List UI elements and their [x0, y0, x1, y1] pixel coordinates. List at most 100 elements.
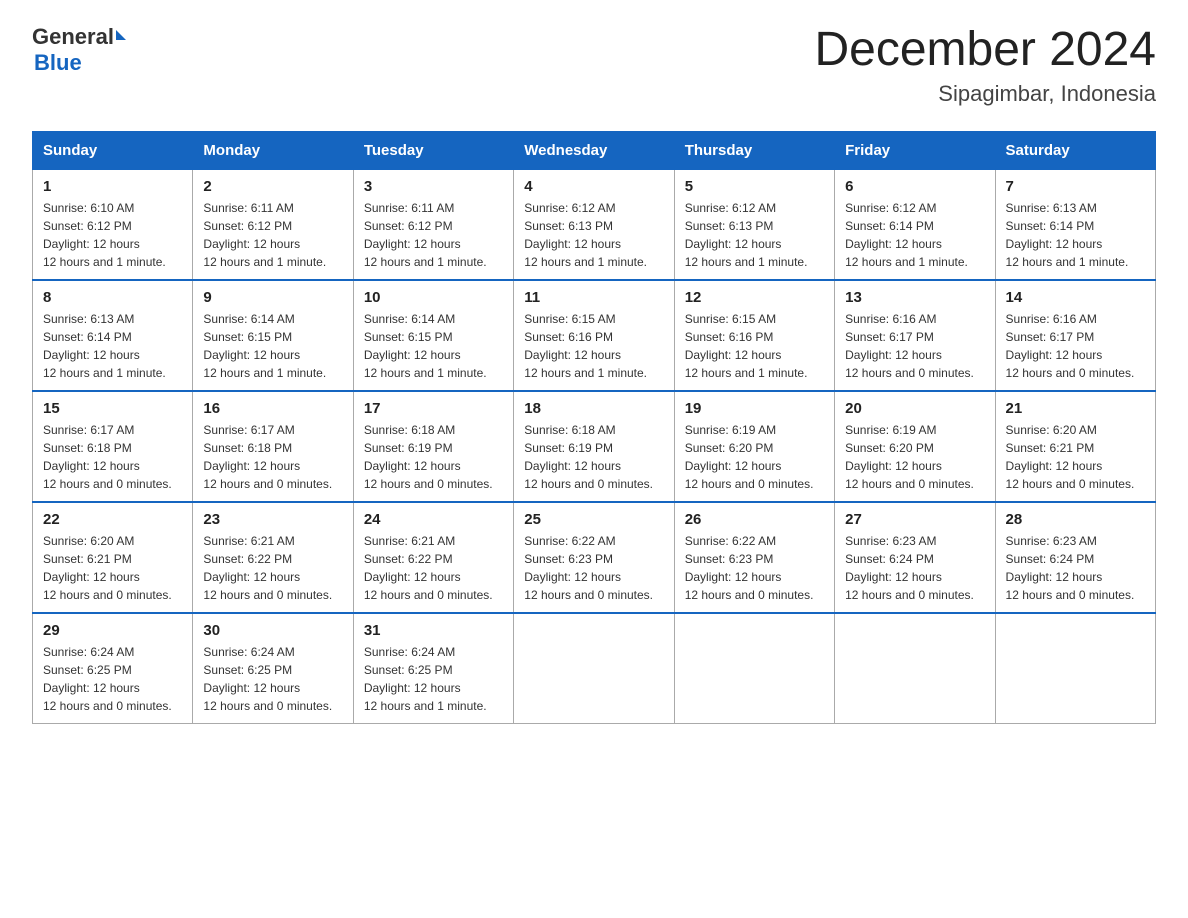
calendar-cell: 30 Sunrise: 6:24 AMSunset: 6:25 PMDaylig… — [193, 613, 353, 724]
calendar-cell — [835, 613, 995, 724]
calendar-cell: 9 Sunrise: 6:14 AMSunset: 6:15 PMDayligh… — [193, 280, 353, 391]
calendar-week-row: 22 Sunrise: 6:20 AMSunset: 6:21 PMDaylig… — [33, 502, 1156, 613]
day-number: 22 — [43, 511, 182, 528]
day-info: Sunrise: 6:13 AMSunset: 6:14 PMDaylight:… — [43, 312, 166, 380]
calendar-cell: 29 Sunrise: 6:24 AMSunset: 6:25 PMDaylig… — [33, 613, 193, 724]
calendar-cell: 13 Sunrise: 6:16 AMSunset: 6:17 PMDaylig… — [835, 280, 995, 391]
day-number: 29 — [43, 622, 182, 639]
day-info: Sunrise: 6:18 AMSunset: 6:19 PMDaylight:… — [364, 423, 493, 491]
day-info: Sunrise: 6:11 AMSunset: 6:12 PMDaylight:… — [203, 201, 326, 269]
day-info: Sunrise: 6:20 AMSunset: 6:21 PMDaylight:… — [1006, 423, 1135, 491]
day-info: Sunrise: 6:23 AMSunset: 6:24 PMDaylight:… — [845, 534, 974, 602]
logo-general-text: General — [32, 24, 114, 50]
day-info: Sunrise: 6:12 AMSunset: 6:13 PMDaylight:… — [524, 201, 647, 269]
calendar-cell: 24 Sunrise: 6:21 AMSunset: 6:22 PMDaylig… — [353, 502, 513, 613]
calendar-cell: 19 Sunrise: 6:19 AMSunset: 6:20 PMDaylig… — [674, 391, 834, 502]
calendar-cell: 27 Sunrise: 6:23 AMSunset: 6:24 PMDaylig… — [835, 502, 995, 613]
day-number: 30 — [203, 622, 342, 639]
calendar-cell: 4 Sunrise: 6:12 AMSunset: 6:13 PMDayligh… — [514, 169, 674, 280]
calendar-cell: 14 Sunrise: 6:16 AMSunset: 6:17 PMDaylig… — [995, 280, 1155, 391]
calendar-cell: 10 Sunrise: 6:14 AMSunset: 6:15 PMDaylig… — [353, 280, 513, 391]
calendar-cell: 5 Sunrise: 6:12 AMSunset: 6:13 PMDayligh… — [674, 169, 834, 280]
calendar-cell: 21 Sunrise: 6:20 AMSunset: 6:21 PMDaylig… — [995, 391, 1155, 502]
day-number: 25 — [524, 511, 663, 528]
day-number: 18 — [524, 400, 663, 417]
calendar-cell: 20 Sunrise: 6:19 AMSunset: 6:20 PMDaylig… — [835, 391, 995, 502]
title-area: December 2024 Sipagimbar, Indonesia — [814, 24, 1156, 107]
calendar-cell: 11 Sunrise: 6:15 AMSunset: 6:16 PMDaylig… — [514, 280, 674, 391]
logo-blue-text: Blue — [34, 50, 82, 76]
calendar-cell: 6 Sunrise: 6:12 AMSunset: 6:14 PMDayligh… — [835, 169, 995, 280]
column-header-wednesday: Wednesday — [514, 131, 674, 169]
day-number: 1 — [43, 178, 182, 195]
calendar-cell: 28 Sunrise: 6:23 AMSunset: 6:24 PMDaylig… — [995, 502, 1155, 613]
day-number: 6 — [845, 178, 984, 195]
day-number: 10 — [364, 289, 503, 306]
day-number: 31 — [364, 622, 503, 639]
day-number: 15 — [43, 400, 182, 417]
day-number: 23 — [203, 511, 342, 528]
column-header-thursday: Thursday — [674, 131, 834, 169]
calendar-cell: 25 Sunrise: 6:22 AMSunset: 6:23 PMDaylig… — [514, 502, 674, 613]
column-header-monday: Monday — [193, 131, 353, 169]
calendar-cell: 8 Sunrise: 6:13 AMSunset: 6:14 PMDayligh… — [33, 280, 193, 391]
column-header-tuesday: Tuesday — [353, 131, 513, 169]
logo: General Blue — [32, 24, 126, 76]
day-number: 27 — [845, 511, 984, 528]
calendar-cell: 26 Sunrise: 6:22 AMSunset: 6:23 PMDaylig… — [674, 502, 834, 613]
calendar-cell: 17 Sunrise: 6:18 AMSunset: 6:19 PMDaylig… — [353, 391, 513, 502]
calendar-cell — [995, 613, 1155, 724]
logo-triangle-icon — [116, 30, 126, 40]
day-info: Sunrise: 6:12 AMSunset: 6:13 PMDaylight:… — [685, 201, 808, 269]
day-number: 26 — [685, 511, 824, 528]
day-info: Sunrise: 6:15 AMSunset: 6:16 PMDaylight:… — [524, 312, 647, 380]
day-info: Sunrise: 6:19 AMSunset: 6:20 PMDaylight:… — [685, 423, 814, 491]
calendar-cell: 16 Sunrise: 6:17 AMSunset: 6:18 PMDaylig… — [193, 391, 353, 502]
day-info: Sunrise: 6:14 AMSunset: 6:15 PMDaylight:… — [364, 312, 487, 380]
calendar-cell: 7 Sunrise: 6:13 AMSunset: 6:14 PMDayligh… — [995, 169, 1155, 280]
calendar-cell: 18 Sunrise: 6:18 AMSunset: 6:19 PMDaylig… — [514, 391, 674, 502]
calendar-cell: 15 Sunrise: 6:17 AMSunset: 6:18 PMDaylig… — [33, 391, 193, 502]
day-info: Sunrise: 6:22 AMSunset: 6:23 PMDaylight:… — [685, 534, 814, 602]
day-info: Sunrise: 6:24 AMSunset: 6:25 PMDaylight:… — [43, 645, 172, 713]
calendar-cell: 1 Sunrise: 6:10 AMSunset: 6:12 PMDayligh… — [33, 169, 193, 280]
day-number: 28 — [1006, 511, 1145, 528]
day-number: 3 — [364, 178, 503, 195]
day-info: Sunrise: 6:11 AMSunset: 6:12 PMDaylight:… — [364, 201, 487, 269]
day-number: 13 — [845, 289, 984, 306]
calendar-cell: 2 Sunrise: 6:11 AMSunset: 6:12 PMDayligh… — [193, 169, 353, 280]
calendar-cell: 12 Sunrise: 6:15 AMSunset: 6:16 PMDaylig… — [674, 280, 834, 391]
day-info: Sunrise: 6:13 AMSunset: 6:14 PMDaylight:… — [1006, 201, 1129, 269]
page-header: General Blue December 2024 Sipagimbar, I… — [32, 24, 1156, 107]
calendar-week-row: 29 Sunrise: 6:24 AMSunset: 6:25 PMDaylig… — [33, 613, 1156, 724]
calendar-cell: 23 Sunrise: 6:21 AMSunset: 6:22 PMDaylig… — [193, 502, 353, 613]
calendar-cell: 31 Sunrise: 6:24 AMSunset: 6:25 PMDaylig… — [353, 613, 513, 724]
day-number: 19 — [685, 400, 824, 417]
calendar-cell: 22 Sunrise: 6:20 AMSunset: 6:21 PMDaylig… — [33, 502, 193, 613]
day-number: 2 — [203, 178, 342, 195]
day-info: Sunrise: 6:19 AMSunset: 6:20 PMDaylight:… — [845, 423, 974, 491]
day-number: 5 — [685, 178, 824, 195]
calendar-cell: 3 Sunrise: 6:11 AMSunset: 6:12 PMDayligh… — [353, 169, 513, 280]
day-info: Sunrise: 6:16 AMSunset: 6:17 PMDaylight:… — [1006, 312, 1135, 380]
location-title: Sipagimbar, Indonesia — [814, 81, 1156, 107]
day-number: 17 — [364, 400, 503, 417]
day-info: Sunrise: 6:21 AMSunset: 6:22 PMDaylight:… — [203, 534, 332, 602]
day-number: 12 — [685, 289, 824, 306]
column-header-saturday: Saturday — [995, 131, 1155, 169]
column-header-friday: Friday — [835, 131, 995, 169]
day-info: Sunrise: 6:24 AMSunset: 6:25 PMDaylight:… — [364, 645, 487, 713]
day-number: 11 — [524, 289, 663, 306]
day-info: Sunrise: 6:20 AMSunset: 6:21 PMDaylight:… — [43, 534, 172, 602]
day-number: 9 — [203, 289, 342, 306]
day-number: 8 — [43, 289, 182, 306]
calendar-header-row: SundayMondayTuesdayWednesdayThursdayFrid… — [33, 131, 1156, 169]
day-number: 14 — [1006, 289, 1145, 306]
calendar-week-row: 1 Sunrise: 6:10 AMSunset: 6:12 PMDayligh… — [33, 169, 1156, 280]
calendar-week-row: 15 Sunrise: 6:17 AMSunset: 6:18 PMDaylig… — [33, 391, 1156, 502]
day-info: Sunrise: 6:16 AMSunset: 6:17 PMDaylight:… — [845, 312, 974, 380]
day-info: Sunrise: 6:17 AMSunset: 6:18 PMDaylight:… — [43, 423, 172, 491]
day-number: 21 — [1006, 400, 1145, 417]
day-info: Sunrise: 6:23 AMSunset: 6:24 PMDaylight:… — [1006, 534, 1135, 602]
day-number: 4 — [524, 178, 663, 195]
